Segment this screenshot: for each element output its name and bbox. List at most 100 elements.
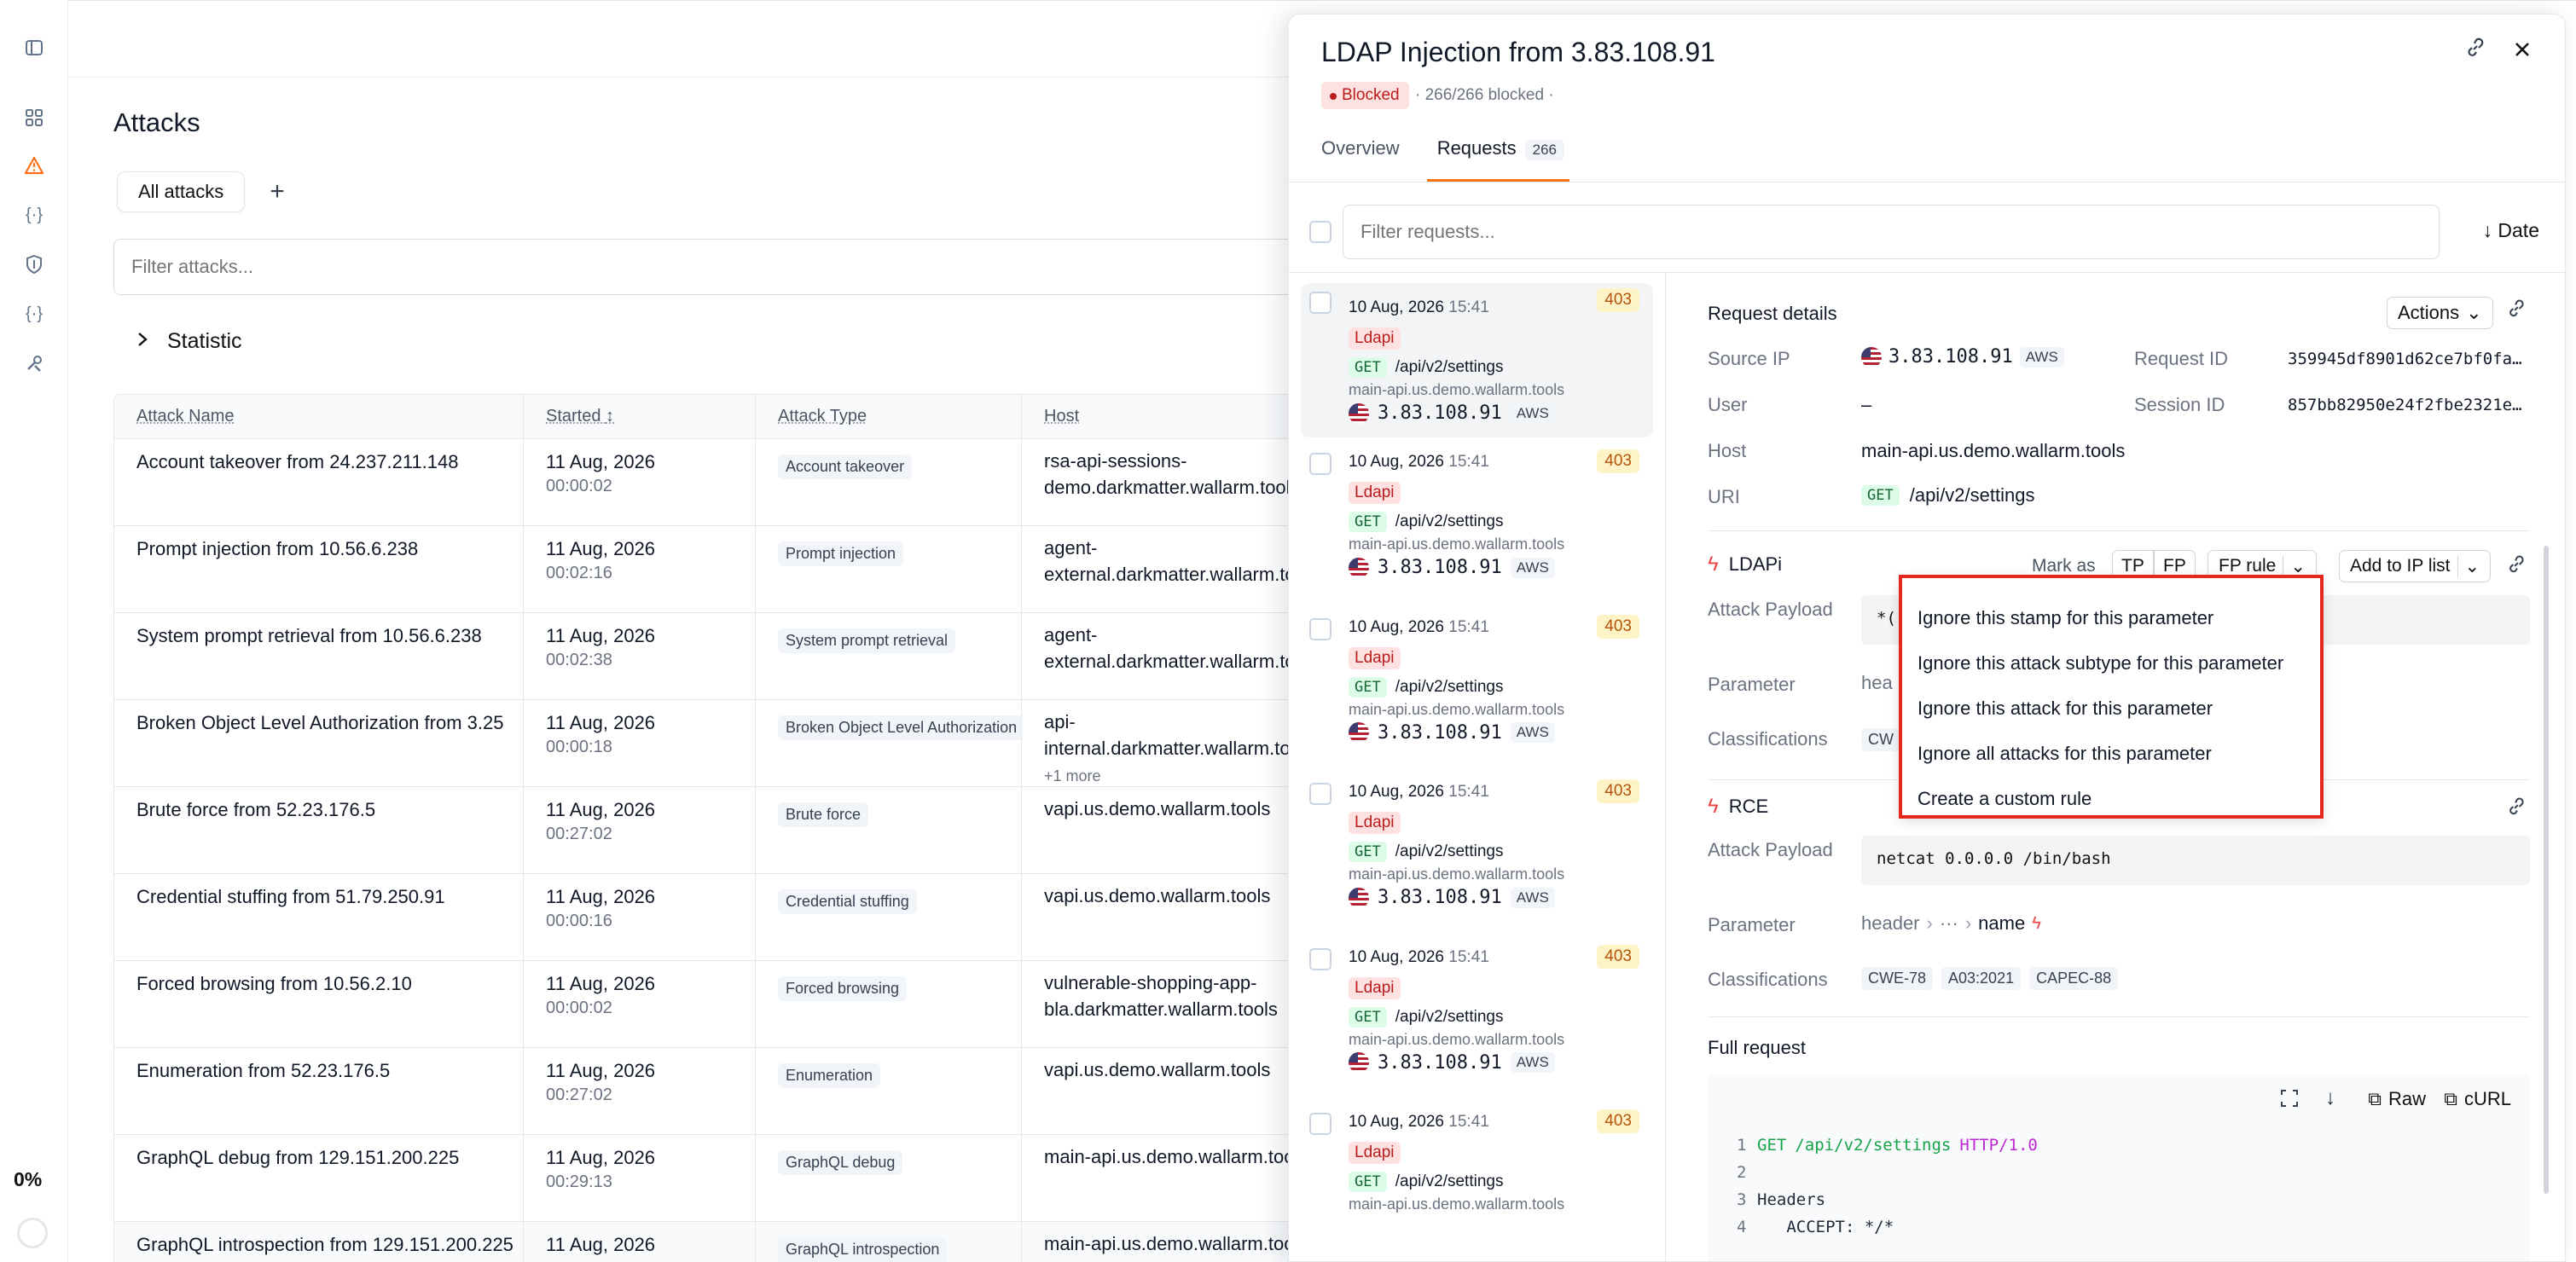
api-braces-icon[interactable]: {·}	[19, 298, 49, 329]
statistic-toggle[interactable]: Statistic	[136, 329, 242, 354]
link-icon[interactable]	[2464, 37, 2486, 65]
request-checkbox[interactable]	[1309, 453, 1332, 475]
link-icon[interactable]	[2506, 298, 2527, 323]
started-time: 00:00:02	[546, 999, 612, 1017]
tab-overview[interactable]: Overview	[1321, 137, 1400, 182]
api-braces-icon[interactable]: {·}	[19, 200, 49, 230]
host-value: main-api.us.demo.wallarm.tools	[1861, 440, 2126, 461]
table-row[interactable]: GraphQL debug from 129.151.200.225 11 Au…	[114, 1135, 1324, 1222]
table-row[interactable]: GraphQL introspection from 129.151.200.2…	[114, 1222, 1324, 1262]
request-checkbox[interactable]	[1309, 617, 1332, 640]
attack-name-cell: GraphQL introspection from 129.151.200.2…	[114, 1222, 524, 1262]
request-ip-value: 3.83.108.91	[1378, 887, 1502, 908]
sort-icon[interactable]: ↕	[606, 407, 614, 425]
param-header: header	[1861, 912, 1920, 934]
session-id-value[interactable]: 857bb82950e24f2fbe2321e…	[2288, 396, 2522, 414]
request-id-value[interactable]: 359945df8901d62ce7bf0fa…	[2288, 350, 2522, 368]
chevron-right-icon: ›	[1926, 912, 1933, 934]
attack-type-cell: Prompt injection	[756, 526, 1022, 612]
attack-type-cell: Credential stuffing	[756, 874, 1022, 960]
requests-count-badge: 266	[1524, 140, 1565, 160]
request-list-item[interactable]: 10 Aug, 2026 15:41 403 Ldapi GET/api/v2/…	[1289, 767, 1665, 933]
table-row[interactable]: Broken Object Level Authorization from 3…	[114, 700, 1324, 787]
table-row[interactable]: Account takeover from 24.237.211.148 11 …	[114, 439, 1324, 526]
close-icon[interactable]	[2512, 35, 2532, 67]
raw-button[interactable]: ⧉ Raw	[2358, 1083, 2436, 1115]
request-date-value: 10 Aug, 2026	[1349, 783, 1444, 801]
more-hosts-link[interactable]: +1 more	[1044, 763, 1324, 786]
attack-type-cell: Brute force	[756, 787, 1022, 873]
menu-item-ignore-all[interactable]: Ignore all attacks for this parameter	[1902, 731, 2320, 776]
status-code-badge: 403	[1597, 449, 1639, 473]
request-checkbox[interactable]	[1309, 783, 1332, 805]
request-method-path: GET/api/v2/settings	[1349, 1172, 1665, 1192]
add-tab-button[interactable]: +	[263, 177, 292, 206]
full-request-heading: Full request	[1708, 1037, 1806, 1058]
host-label: Host	[1708, 440, 1747, 461]
request-host: main-api.us.demo.wallarm.tools	[1349, 535, 1565, 553]
classification-chip: CWE-78	[1861, 967, 1934, 990]
param-ellipsis[interactable]: ···	[1940, 912, 1958, 935]
table-row[interactable]: Credential stuffing from 51.79.250.91 11…	[114, 874, 1324, 961]
expand-icon[interactable]	[2279, 1088, 2300, 1113]
filter-requests-input[interactable]	[1343, 205, 2440, 259]
table-row[interactable]: Brute force from 52.23.176.5 11 Aug, 202…	[114, 787, 1324, 874]
menu-item-create-custom-rule[interactable]: Create a custom rule	[1902, 776, 2320, 821]
started-cell: 11 Aug, 2026 00:27:02	[524, 787, 756, 873]
request-list-item[interactable]: 10 Aug, 2026 15:41 403 Ldapi GET/api/v2/…	[1289, 1097, 1665, 1261]
code-path: /api/v2/settings	[1795, 1136, 1952, 1155]
date-sort-button[interactable]: ↓ Date	[2483, 219, 2539, 242]
bolt-icon: ϟ	[1708, 795, 1719, 818]
table-row[interactable]: System prompt retrieval from 10.56.6.238…	[114, 613, 1324, 700]
curl-button[interactable]: ⧉ cURL	[2434, 1083, 2521, 1115]
link-icon[interactable]	[2506, 796, 2527, 821]
tools-icon[interactable]	[19, 348, 49, 379]
column-header-attack-type[interactable]: Attack Type	[756, 395, 1022, 438]
add-to-ip-list-button[interactable]: Add to IP list ⌄	[2339, 550, 2492, 582]
started-time: 00:00:02	[546, 477, 612, 495]
column-header-attack-name[interactable]: Attack Name	[114, 395, 524, 438]
add-to-ip-list-label: Add to IP list	[2350, 556, 2451, 576]
host-cell: main-api.us.demo.wallarm.tools	[1022, 1222, 1324, 1262]
request-list-item[interactable]: 10 Aug, 2026 15:41 403 Ldapi GET/api/v2/…	[1289, 603, 1665, 768]
request-checkbox[interactable]	[1309, 292, 1332, 314]
started-cell: 11 Aug, 2026 00:29:13	[524, 1135, 756, 1221]
column-header-host[interactable]: Host	[1022, 395, 1324, 438]
select-all-checkbox[interactable]	[1309, 221, 1332, 243]
menu-item-ignore-attack[interactable]: Ignore this attack for this parameter	[1902, 686, 2320, 731]
table-row[interactable]: Forced browsing from 10.56.2.10 11 Aug, …	[114, 961, 1324, 1048]
details-scrollbar[interactable]	[2544, 546, 2549, 1194]
tab-requests[interactable]: Requests 266	[1426, 137, 1570, 182]
request-ip: 3.83.108.91 AWS	[1349, 557, 1665, 578]
tab-requests-label: Requests	[1436, 137, 1517, 159]
table-row[interactable]: Enumeration from 52.23.176.5 11 Aug, 202…	[114, 1048, 1324, 1135]
download-icon[interactable]: ↓	[2325, 1086, 2335, 1110]
status-code-badge: 403	[1597, 1109, 1639, 1133]
warning-triangle-icon[interactable]	[19, 150, 49, 181]
dashboard-grid-icon[interactable]	[19, 102, 49, 133]
host-value: agent-external.darkmatter.wallarm.tools	[1044, 537, 1320, 585]
source-ip-value[interactable]: 3.83.108.91 AWS	[1861, 346, 2064, 368]
column-header-started[interactable]: Started ↕	[524, 395, 756, 438]
started-cell: 11 Aug, 2026 00:02:38	[524, 613, 756, 699]
status-code-badge: 403	[1597, 614, 1639, 639]
shield-icon[interactable]	[19, 249, 49, 280]
tab-all-attacks[interactable]: All attacks	[117, 171, 246, 212]
table-row[interactable]: Prompt injection from 10.56.6.238 11 Aug…	[114, 526, 1324, 613]
filter-attacks-input[interactable]	[113, 239, 1308, 295]
request-list-item[interactable]: 10 Aug, 2026 15:41 403 Ldapi GET/api/v2/…	[1289, 437, 1665, 603]
link-icon[interactable]	[2506, 554, 2527, 579]
method-badge: GET	[1349, 512, 1387, 532]
menu-item-ignore-stamp[interactable]: Ignore this stamp for this parameter	[1902, 595, 2320, 640]
attack-payload-value: netcat 0.0.0.0 /bin/bash	[1861, 836, 2530, 885]
request-list-item[interactable]: 10 Aug, 2026 15:41 403 Ldapi GET/api/v2/…	[1301, 283, 1653, 437]
menu-item-ignore-subtype[interactable]: Ignore this attack subtype for this para…	[1902, 640, 2320, 686]
request-checkbox[interactable]	[1309, 1113, 1332, 1135]
request-list-item[interactable]: 10 Aug, 2026 15:41 403 Ldapi GET/api/v2/…	[1289, 933, 1665, 1098]
attack-name-cell: Brute force from 52.23.176.5	[114, 787, 524, 873]
actions-dropdown[interactable]: Actions ⌄	[2387, 297, 2493, 329]
panel-toggle-icon[interactable]	[19, 32, 49, 63]
started-cell: 11 Aug, 2026 00:02:16	[524, 526, 756, 612]
request-checkbox[interactable]	[1309, 947, 1332, 970]
progress-ring	[17, 1218, 48, 1248]
